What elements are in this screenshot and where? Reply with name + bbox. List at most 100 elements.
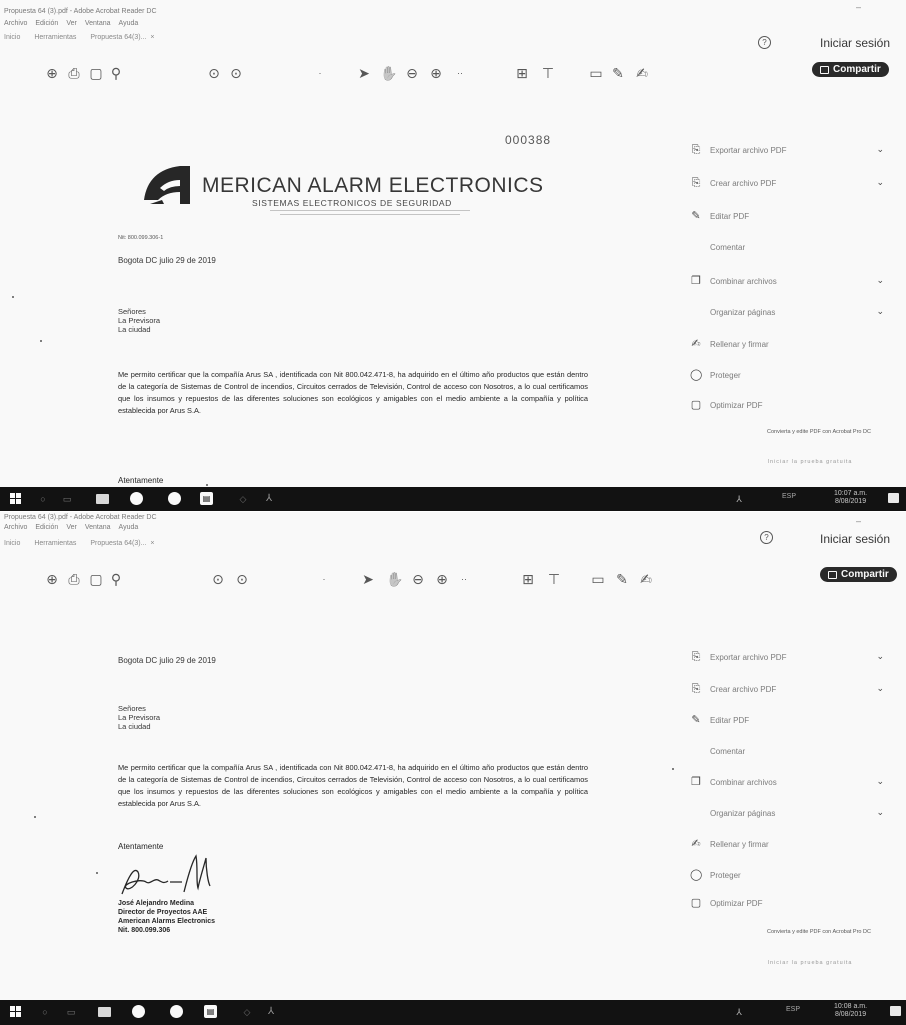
people-icon[interactable]: ⅄ bbox=[732, 492, 746, 506]
menu-ver[interactable]: Ver bbox=[66, 524, 77, 531]
chrome-icon[interactable] bbox=[170, 1005, 183, 1018]
language-indicator[interactable]: ESP bbox=[786, 1006, 800, 1013]
file-explorer-icon[interactable] bbox=[98, 1007, 111, 1017]
panel-combine[interactable]: ❐ Combinar archivos ⌄ bbox=[690, 274, 890, 288]
browser-icon[interactable] bbox=[132, 1005, 145, 1018]
app-icon[interactable]: ▤ bbox=[204, 1005, 217, 1018]
page-up-icon[interactable]: ⊙ bbox=[206, 64, 222, 82]
taskbar-clock[interactable]: 10:08 a.m. 8/08/2019 bbox=[834, 1003, 867, 1019]
page-up-icon[interactable]: ⊙ bbox=[210, 570, 226, 588]
share-button[interactable]: Compartir bbox=[812, 62, 889, 77]
panel-organize[interactable]: Organizar páginas ⌄ bbox=[690, 305, 890, 319]
tab-herramientas[interactable]: Herramientas bbox=[34, 540, 76, 547]
close-tab-icon[interactable]: × bbox=[150, 34, 154, 41]
menu-edicion[interactable]: Edición bbox=[35, 20, 58, 27]
zoom-in-icon[interactable]: ⊕ bbox=[434, 570, 450, 588]
scroll-mode-icon[interactable]: ⊤ bbox=[546, 570, 562, 588]
print-icon[interactable]: ⎙ bbox=[66, 570, 82, 588]
acrobat-icon[interactable]: ⅄ bbox=[264, 1005, 278, 1019]
hand-tool-icon[interactable]: ✋ bbox=[380, 64, 397, 82]
windows-start-icon[interactable] bbox=[10, 1006, 22, 1018]
page-number-field[interactable]: · bbox=[312, 64, 328, 82]
menu-edicion[interactable]: Edición bbox=[35, 524, 58, 531]
menu-ayuda[interactable]: Ayuda bbox=[119, 20, 139, 27]
panel-fill-sign[interactable]: ✍ Rellenar y firmar bbox=[690, 337, 890, 351]
panel-optimize[interactable]: ▢ Optimizar PDF bbox=[690, 398, 890, 412]
tab-document[interactable]: Propuesta 64(3)... × bbox=[90, 540, 154, 547]
zoom-in-icon[interactable]: ⊕ bbox=[428, 64, 444, 82]
windows-start-icon[interactable] bbox=[10, 493, 22, 505]
sign-in-link[interactable]: Iniciar sesión bbox=[820, 532, 890, 546]
scroll-mode-icon[interactable]: ⊤ bbox=[540, 64, 556, 82]
fit-page-icon[interactable]: ⊞ bbox=[520, 570, 536, 588]
hand-tool-icon[interactable]: ✋ bbox=[386, 570, 403, 588]
panel-comment[interactable]: Comentar bbox=[690, 744, 890, 758]
search-icon[interactable]: ⚲ bbox=[108, 570, 124, 588]
zoom-level-field[interactable]: ·· bbox=[456, 570, 472, 588]
tab-document[interactable]: Propuesta 64(3)... × bbox=[90, 34, 154, 41]
select-pointer-icon[interactable]: ➤ bbox=[360, 570, 376, 588]
panel-export-pdf[interactable]: ⎘ Exportar archivo PDF ⌄ bbox=[690, 650, 890, 664]
page-down-icon[interactable]: ⊙ bbox=[228, 64, 244, 82]
file-explorer-icon[interactable] bbox=[96, 494, 109, 504]
page-number-field[interactable]: · bbox=[316, 570, 332, 588]
page-down-icon[interactable]: ⊙ bbox=[234, 570, 250, 588]
panel-trial-link[interactable]: Iniciar la prueba gratuita bbox=[730, 459, 890, 465]
comment-icon[interactable]: ▭ bbox=[588, 64, 604, 82]
browser-icon[interactable] bbox=[130, 492, 143, 505]
print-icon[interactable]: ⎙ bbox=[66, 64, 82, 82]
panel-comment[interactable]: Comentar bbox=[690, 240, 890, 254]
save-icon[interactable]: ⊕ bbox=[44, 570, 60, 588]
tab-herramientas[interactable]: Herramientas bbox=[34, 34, 76, 41]
panel-optimize[interactable]: ▢ Optimizar PDF bbox=[690, 896, 890, 910]
menu-archivo[interactable]: Archivo bbox=[4, 20, 27, 27]
acrobat-icon[interactable]: ⅄ bbox=[262, 492, 276, 506]
help-icon[interactable]: ? bbox=[758, 36, 771, 49]
select-pointer-icon[interactable]: ➤ bbox=[356, 64, 372, 82]
panel-export-pdf[interactable]: ⎘ Exportar archivo PDF ⌄ bbox=[690, 143, 890, 157]
comment-icon[interactable]: ▭ bbox=[590, 570, 606, 588]
panel-edit-pdf[interactable]: ✎ Editar PDF bbox=[690, 209, 890, 223]
tab-inicio[interactable]: Inicio bbox=[4, 540, 20, 547]
tab-inicio[interactable]: Inicio bbox=[4, 34, 20, 41]
chrome-icon[interactable] bbox=[168, 492, 181, 505]
zoom-level-field[interactable]: ·· bbox=[452, 64, 468, 82]
menu-ventana[interactable]: Ventana bbox=[85, 524, 111, 531]
app-icon[interactable]: ◇ bbox=[240, 1005, 254, 1019]
menu-ayuda[interactable]: Ayuda bbox=[119, 524, 139, 531]
panel-trial-link[interactable]: Iniciar la prueba gratuita bbox=[730, 960, 890, 966]
minimize-button[interactable]: – bbox=[856, 2, 861, 12]
zoom-out-icon[interactable]: ⊖ bbox=[410, 570, 426, 588]
panel-edit-pdf[interactable]: ✎ Editar PDF bbox=[690, 713, 890, 727]
panel-organize[interactable]: Organizar páginas ⌄ bbox=[690, 806, 890, 820]
panel-protect[interactable]: ◯ Proteger bbox=[690, 368, 890, 382]
panel-create-pdf[interactable]: ⎘ Crear archivo PDF ⌄ bbox=[690, 176, 890, 190]
task-view-icon[interactable]: ▭ bbox=[64, 1005, 78, 1019]
menu-archivo[interactable]: Archivo bbox=[4, 524, 27, 531]
language-indicator[interactable]: ESP bbox=[782, 493, 796, 500]
email-icon[interactable]: ▢ bbox=[88, 64, 104, 82]
help-icon[interactable]: ? bbox=[760, 531, 773, 544]
panel-protect[interactable]: ◯ Proteger bbox=[690, 868, 890, 882]
sign-in-link[interactable]: Iniciar sesión bbox=[820, 36, 890, 50]
close-tab-icon[interactable]: × bbox=[150, 540, 154, 547]
people-icon[interactable]: ⅄ bbox=[732, 1005, 746, 1019]
notifications-icon[interactable] bbox=[890, 1006, 901, 1016]
minimize-button[interactable]: – bbox=[856, 516, 861, 526]
notifications-icon[interactable] bbox=[888, 493, 899, 503]
panel-create-pdf[interactable]: ⎘ Crear archivo PDF ⌄ bbox=[690, 682, 890, 696]
share-button[interactable]: Compartir bbox=[820, 567, 897, 582]
save-icon[interactable]: ⊕ bbox=[44, 64, 60, 82]
email-icon[interactable]: ▢ bbox=[88, 570, 104, 588]
menu-ventana[interactable]: Ventana bbox=[85, 20, 111, 27]
search-icon[interactable]: ⚲ bbox=[108, 64, 124, 82]
app-icon[interactable]: ▤ bbox=[200, 492, 213, 505]
search-icon[interactable]: ○ bbox=[36, 492, 50, 506]
search-icon[interactable]: ○ bbox=[38, 1005, 52, 1019]
task-view-icon[interactable]: ▭ bbox=[60, 492, 74, 506]
panel-combine[interactable]: ❐ Combinar archivos ⌄ bbox=[690, 775, 890, 789]
taskbar-clock[interactable]: 10:07 a.m. 8/08/2019 bbox=[834, 490, 867, 506]
panel-fill-sign[interactable]: ✍ Rellenar y firmar bbox=[690, 837, 890, 851]
menu-ver[interactable]: Ver bbox=[66, 20, 77, 27]
fit-page-icon[interactable]: ⊞ bbox=[514, 64, 530, 82]
